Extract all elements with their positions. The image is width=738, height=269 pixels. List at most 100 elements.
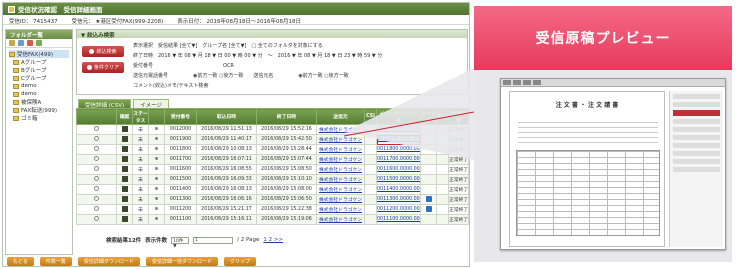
image-file-link-text[interactable]: 0011700.0000.001.tif bbox=[378, 157, 420, 162]
back-button[interactable]: もどる bbox=[7, 257, 34, 266]
select-radio[interactable] bbox=[76, 134, 117, 145]
sender-link-text[interactable]: 株式会社ドラゴケン bbox=[319, 218, 362, 223]
check-icon[interactable] bbox=[121, 215, 128, 222]
sender-link-text[interactable]: 株式会社ドラゴケン bbox=[319, 148, 362, 153]
check-icon[interactable] bbox=[121, 195, 128, 202]
per-page-select[interactable]: 10件 ▼ bbox=[171, 236, 190, 249]
clip-icon[interactable] bbox=[425, 195, 432, 202]
filter-row-date[interactable]: 終了日時 2016 ▼ 年 08 ▼ 月 18 ▼ 日 00 ▼ 時 00 ▼ … bbox=[133, 52, 382, 59]
select-radio[interactable] bbox=[94, 156, 99, 161]
select-radio[interactable] bbox=[76, 124, 117, 135]
folder-item[interactable]: 受信FAX(499) bbox=[9, 50, 69, 58]
image-file-link[interactable]: 0011100.0000.001.tif bbox=[376, 214, 421, 225]
sender-link-text[interactable]: 株式会社ドラゴケン bbox=[319, 138, 362, 143]
clip-cell[interactable] bbox=[420, 204, 437, 215]
clip-cell[interactable] bbox=[420, 194, 437, 205]
image-file-link[interactable]: 0011200.0000.001.tif bbox=[376, 204, 421, 215]
select-radio[interactable] bbox=[76, 164, 117, 175]
sender-link-text[interactable]: 株式会社ドラゴケン bbox=[319, 158, 362, 163]
check-icon[interactable] bbox=[121, 125, 128, 132]
folder-item[interactable]: demo bbox=[9, 90, 69, 98]
select-radio[interactable] bbox=[94, 216, 99, 221]
image-file-link-text[interactable]: 0011400.0000.001.tif bbox=[378, 187, 420, 192]
folder-edit-icon[interactable] bbox=[18, 40, 24, 46]
tab-detail-csv[interactable]: 受信詳細 (CSV) bbox=[78, 99, 132, 109]
check-icon[interactable] bbox=[116, 184, 133, 195]
image-file-link[interactable]: 0011600.0000.001.tif bbox=[376, 164, 421, 175]
filter-row-receipt-no[interactable]: 受付番号 OCR bbox=[133, 62, 234, 69]
sender-link-text[interactable]: 株式会社ドラゴケン bbox=[319, 208, 362, 213]
check-icon[interactable] bbox=[116, 204, 133, 215]
table-row[interactable]: 未 ⊕ 0011800 2016/08/29 10:08:13 2016/08/29 1… bbox=[76, 144, 469, 155]
download-button[interactable]: 受信詳細ダウンロード bbox=[77, 257, 140, 266]
count-list-button[interactable]: 件数一覧 bbox=[39, 257, 72, 266]
zoom-out-icon[interactable] bbox=[523, 80, 531, 85]
page-input[interactable]: 1 bbox=[193, 236, 234, 244]
table-row[interactable]: 未 ⊕ 0011300 2016/08/29 16:06:16 2016/08/29 1… bbox=[76, 194, 469, 205]
select-radio[interactable] bbox=[76, 144, 117, 155]
sender-link-text[interactable]: 株式会社ドラゴケン bbox=[319, 188, 362, 193]
bulk-download-button[interactable]: 受信詳細一括ダウンロード bbox=[145, 257, 218, 266]
check-icon[interactable] bbox=[121, 155, 128, 162]
check-icon[interactable] bbox=[116, 214, 133, 225]
check-icon[interactable] bbox=[116, 174, 133, 185]
sender-link[interactable]: 株式会社ドラゴケン bbox=[316, 184, 365, 195]
image-file-link-text[interactable]: 0011200.0000.001.tif bbox=[378, 207, 420, 212]
filter-row-sender[interactable]: 送信元電話番号 ◉前方一致 ○後方一致 送信元名 ◉前方一致 ○後方一致 bbox=[133, 72, 349, 79]
check-icon[interactable] bbox=[121, 205, 128, 212]
select-radio[interactable] bbox=[76, 174, 117, 185]
check-icon[interactable] bbox=[116, 164, 133, 175]
check-icon[interactable] bbox=[116, 154, 133, 165]
select-radio[interactable] bbox=[94, 186, 99, 191]
sender-link[interactable]: 株式会社ドラゴケン bbox=[316, 134, 365, 145]
select-radio[interactable] bbox=[94, 126, 99, 131]
sender-link-text[interactable]: 株式会社ドラゴケン bbox=[319, 198, 362, 203]
folder-item[interactable]: ゴミ箱 bbox=[9, 114, 69, 122]
select-radio[interactable] bbox=[94, 196, 99, 201]
col-header-status[interactable]: ステータス bbox=[132, 108, 149, 125]
image-file-link-text[interactable]: 0011800.0000.001.tif bbox=[378, 147, 420, 152]
select-radio[interactable] bbox=[76, 214, 117, 225]
col-header-result[interactable]: 結果内容 bbox=[448, 108, 469, 125]
sender-link[interactable]: 株式会社ドラゴケン bbox=[316, 174, 365, 185]
select-radio[interactable] bbox=[94, 136, 99, 141]
select-radio[interactable] bbox=[76, 184, 117, 195]
clear-button[interactable]: 条件クリア bbox=[82, 62, 124, 73]
image-file-link[interactable]: 0011400.0000.001.tif bbox=[376, 184, 421, 195]
table-row[interactable]: 未 ⊕ 0011600 2016/08/29 16:08:55 2016/08/29 1… bbox=[76, 164, 469, 175]
check-icon[interactable] bbox=[116, 194, 133, 205]
table-row[interactable]: 未 ⊕ 0011400 2016/08/29 16:08:13 2016/08/29 1… bbox=[76, 184, 469, 195]
folder-item[interactable]: 被保険A bbox=[9, 98, 69, 106]
select-radio[interactable] bbox=[94, 146, 99, 151]
folder-item[interactable]: Bグループ bbox=[9, 66, 69, 74]
folder-item[interactable]: Cグループ bbox=[9, 74, 69, 82]
image-file-link-text[interactable]: 0011900.0000.001.tif bbox=[378, 137, 420, 142]
select-radio[interactable] bbox=[94, 166, 99, 171]
col-header-clip[interactable]: クリップ bbox=[420, 108, 437, 125]
col-header-end[interactable]: 終了日時 bbox=[256, 108, 317, 125]
tab-image[interactable]: イメージ bbox=[133, 99, 170, 109]
image-file-link-text[interactable]: 0011300.0000.001.tif bbox=[378, 197, 420, 202]
sender-link-text[interactable]: 株式会社ドラゴケン bbox=[319, 168, 362, 173]
col-header-from[interactable]: 送信元 bbox=[316, 108, 365, 125]
image-file-link[interactable]: 0011500.0000.001.tif bbox=[376, 174, 421, 185]
sender-link[interactable]: 株式会社ドラゴケン bbox=[316, 204, 365, 215]
select-radio[interactable] bbox=[94, 206, 99, 211]
sender-link[interactable]: 株式会社ドラゴケン bbox=[316, 194, 365, 205]
filter-row-comment[interactable]: コメント(絞込)メモ/テキスト検索 bbox=[133, 82, 208, 89]
image-file-link-text[interactable]: 0011100.0000.001.tif bbox=[378, 217, 420, 222]
table-row[interactable]: 未 ⊕ 0011100 2016/08/29 15:16:11 2016/08/29 1… bbox=[76, 214, 469, 225]
col-header-file[interactable]: イメージファイル名 bbox=[376, 108, 421, 125]
image-file-link-text[interactable]: 0011500.0000.001.tif bbox=[378, 177, 420, 182]
sender-link[interactable]: 株式会社ドラゴケン bbox=[316, 164, 365, 175]
sender-link[interactable]: 株式会社ドラゴケン bbox=[316, 214, 365, 225]
rotate-icon[interactable] bbox=[533, 80, 541, 85]
sender-link[interactable]: 株式会社ドラゴケン bbox=[316, 144, 365, 155]
image-file-link[interactable]: 0011900.0000.001.tif bbox=[376, 134, 421, 145]
page-links[interactable]: 1 2 >> bbox=[263, 237, 283, 243]
image-file-link-text[interactable]: 0011600.0000.001.tif bbox=[378, 167, 420, 172]
select-radio[interactable] bbox=[94, 176, 99, 181]
check-icon[interactable] bbox=[121, 135, 128, 142]
col-header-excel[interactable]: ExCel bbox=[436, 108, 449, 125]
image-file-link[interactable]: 0011300.0000.001.tif bbox=[376, 194, 421, 205]
